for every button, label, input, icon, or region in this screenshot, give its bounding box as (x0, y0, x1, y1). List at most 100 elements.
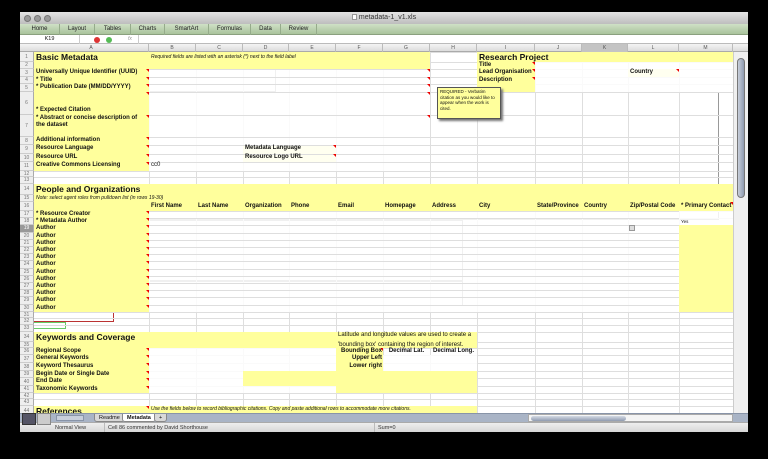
row-header[interactable]: 32 (20, 317, 34, 325)
row-header[interactable]: 13 (20, 177, 34, 184)
cell-A39[interactable]: Begin Date or Single Date (36, 371, 109, 378)
row-header[interactable]: 3 (20, 69, 34, 77)
column-header-J[interactable]: J (535, 44, 582, 52)
cell-A26[interactable]: Author (36, 276, 56, 283)
row-header[interactable]: 26 (20, 275, 34, 283)
cell-G16[interactable]: Homepage (385, 203, 416, 210)
row-header[interactable]: 14 (20, 184, 34, 195)
sum-display[interactable]: Sum=0 (374, 423, 454, 432)
row-header[interactable]: 40 (20, 377, 34, 386)
ribbon-tab-formulas[interactable]: Formulas (209, 24, 251, 35)
cell-A14[interactable]: People and Organizations (36, 184, 140, 194)
comment-indicator-icon[interactable] (532, 69, 535, 72)
comment-indicator-icon[interactable] (532, 62, 535, 65)
cell-A19[interactable]: Author (36, 225, 56, 232)
cell-I3[interactable]: Lead Organisation (479, 69, 532, 76)
cell-I1[interactable]: Research Project (479, 52, 548, 62)
cell-A29[interactable]: Author (36, 297, 56, 304)
cell-M17[interactable]: Yes (681, 218, 688, 225)
comment-indicator-icon[interactable] (427, 84, 430, 87)
row-header[interactable]: 22 (20, 247, 34, 255)
function-icon[interactable]: fx (128, 35, 132, 44)
cell-G36[interactable]: Decimal Lat. (383, 348, 430, 355)
ribbon-tab-review[interactable]: Review (281, 24, 317, 35)
comment-indicator-icon[interactable] (146, 347, 149, 351)
cell-A34[interactable]: Keywords and Coverage (36, 332, 135, 342)
cell-M16[interactable]: * Primary Contact (681, 203, 731, 210)
row-header[interactable]: 37 (20, 354, 34, 363)
cell-A22[interactable]: Author (36, 247, 56, 254)
ribbon-tab-charts[interactable]: Charts (131, 24, 165, 35)
row-header[interactable]: 11 (20, 162, 34, 171)
cell-A11[interactable]: Creative Commons Licensing (36, 162, 120, 169)
ribbon-tab-layout[interactable]: Layout (60, 24, 95, 35)
comment-indicator-icon[interactable] (146, 275, 149, 279)
comment-indicator-icon[interactable] (146, 247, 149, 250)
cell-A44[interactable]: References (36, 406, 82, 413)
cell-A30[interactable]: Author (36, 305, 56, 312)
comment-indicator-icon[interactable] (427, 77, 430, 80)
comment-indicator-icon[interactable] (532, 77, 535, 80)
cell-F34[interactable]: Latitude and longitude values are used t… (338, 332, 471, 339)
cell-D16[interactable]: Organization (245, 203, 282, 210)
cell-F37[interactable]: Upper Left (336, 355, 382, 362)
cancel-icon[interactable] (94, 36, 100, 43)
cell-A7[interactable]: the dataset (36, 122, 68, 129)
cell-F36[interactable]: Bounding Box (336, 348, 382, 355)
comment-indicator-icon[interactable] (146, 254, 149, 258)
formula-input[interactable] (138, 35, 738, 44)
comment-indicator-icon[interactable] (146, 92, 149, 95)
row-header[interactable]: 41 (20, 385, 34, 393)
close-window-button[interactable] (24, 15, 31, 22)
column-header-E[interactable]: E (289, 44, 336, 52)
comment-indicator-icon[interactable] (676, 69, 679, 72)
cell-A8[interactable]: Additional information (36, 137, 100, 144)
comment-indicator-icon[interactable] (146, 137, 149, 140)
comment-indicator-icon[interactable] (427, 115, 430, 118)
comment-indicator-icon[interactable] (146, 268, 149, 272)
row-header[interactable]: 33 (20, 324, 34, 332)
sheet-tab-metadata[interactable]: Metadata (122, 414, 156, 422)
column-header-D[interactable]: D (243, 44, 289, 52)
comment-indicator-icon[interactable] (146, 370, 149, 374)
row-header[interactable]: 17 (20, 211, 34, 219)
name-box[interactable]: K19 (20, 35, 80, 44)
comment-indicator-icon[interactable] (146, 115, 149, 118)
comment-indicator-icon[interactable] (146, 84, 149, 87)
cell-H16[interactable]: Address (432, 203, 456, 210)
cell-B1[interactable]: Required fields are listed with an aster… (151, 54, 296, 61)
cell-A4[interactable]: * Title (36, 77, 52, 84)
cell-L16[interactable]: Zip/Postal Code (630, 203, 675, 210)
column-header-M[interactable]: M (679, 44, 733, 52)
horizontal-scrollbar[interactable] (528, 414, 733, 422)
row-header[interactable]: 30 (20, 304, 34, 312)
row-header[interactable]: 29 (20, 297, 34, 305)
cell-F16[interactable]: Email (338, 203, 354, 210)
cell-A21[interactable]: Author (36, 240, 56, 247)
row-header[interactable]: 6 (20, 92, 34, 115)
cell-B11[interactable]: cc0 (151, 162, 160, 169)
row-header[interactable]: 1 (20, 52, 34, 62)
ribbon-tab-data[interactable]: Data (251, 24, 281, 35)
row-header[interactable]: 5 (20, 84, 34, 92)
cell-A25[interactable]: Author (36, 269, 56, 276)
cell-A40[interactable]: End Date (36, 378, 62, 385)
cell-A20[interactable]: Author (36, 233, 56, 240)
comment-indicator-icon[interactable] (146, 354, 149, 358)
row-header[interactable]: 23 (20, 254, 34, 262)
dropdown-arrow-icon[interactable] (629, 225, 635, 232)
row-header[interactable]: 4 (20, 77, 34, 84)
row-header[interactable]: 44 (20, 405, 34, 413)
cell-I16[interactable]: City (479, 203, 490, 210)
add-sheet-button[interactable]: + (154, 414, 168, 422)
cell-A23[interactable]: Author (36, 254, 56, 261)
cell-A5[interactable]: * Publication Date (MM/DD/YYYY) (36, 84, 131, 91)
spreadsheet-grid[interactable]: 1 2 3 4 5 6 7 8 9 10 11 12 13 14 15 16 17 18 19 20 21 22 23 24 2… (20, 52, 733, 413)
cell-A27[interactable]: Author (36, 283, 56, 290)
comment-indicator-icon[interactable] (146, 405, 149, 409)
cell-E16[interactable]: Phone (291, 203, 309, 210)
row-header[interactable]: 34 (20, 331, 34, 342)
cell-D10[interactable]: Resource Logo URL (245, 154, 303, 161)
sheet-tab-readme[interactable]: Readme (94, 414, 125, 422)
cell-A38[interactable]: Keyword Thesaurus (36, 363, 93, 370)
